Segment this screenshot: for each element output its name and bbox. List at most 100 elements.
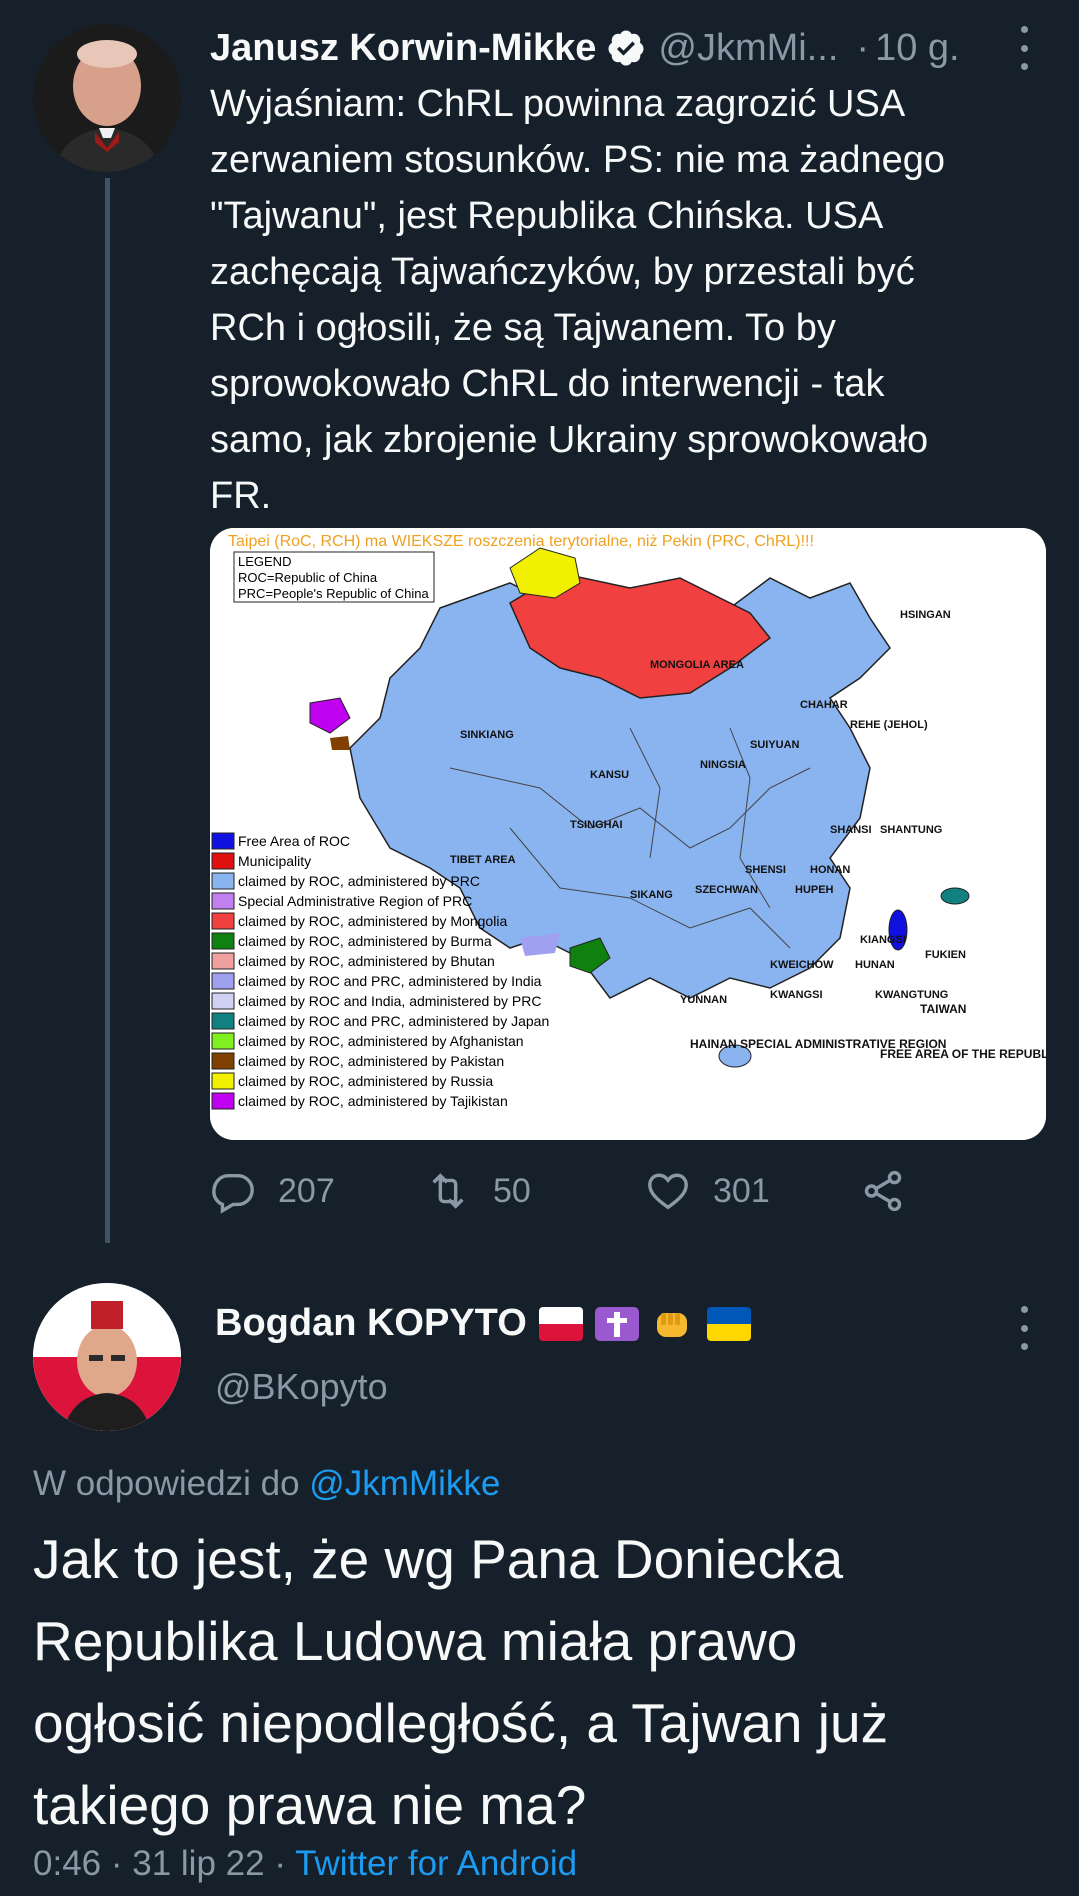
map-legend-title: LEGEND xyxy=(238,554,291,569)
map-legend-line: PRC=People's Republic of China xyxy=(238,586,429,601)
map-key-label: claimed by ROC, administered by Pakistan xyxy=(238,1053,504,1069)
map-key-swatch xyxy=(211,892,235,910)
map-region-label: TAIWAN xyxy=(920,1002,966,1016)
map-legend-line: ROC=Republic of China xyxy=(238,570,378,585)
china-territorial-claims-map: Taipei (RoC, RCH) ma WIEKSZE roszczenia … xyxy=(210,528,1046,1140)
map-region-label: SINKIANG xyxy=(460,729,514,741)
tweet2-text-line: ogłosić niepodległość, a Tajwan już xyxy=(33,1692,889,1754)
tweet1-text-line: Wyjaśniam: ChRL powinna zagrozić USA xyxy=(210,83,906,125)
tweet1-text-line: zerwaniem stosunków. PS: nie ma żadnego xyxy=(210,139,946,181)
map-key-label: Free Area of ROC xyxy=(238,833,350,849)
reply-button[interactable]: 207 xyxy=(210,1168,335,1214)
map-key-swatch xyxy=(211,852,235,870)
replied-to-handle-link[interactable]: @JkmMikke xyxy=(309,1464,500,1503)
reply-author-name[interactable]: Bogdan KOPYTO xyxy=(215,1302,527,1345)
map-key-label: claimed by ROC and India, administered b… xyxy=(238,993,541,1009)
cross-icon xyxy=(594,1306,639,1341)
like-button[interactable]: 301 xyxy=(645,1168,770,1214)
tweet1-text-line: sprowokowało ChRL do interwencji - tak xyxy=(210,363,885,405)
map-key-swatch xyxy=(211,1052,235,1070)
map-region-label: KANSU xyxy=(590,769,629,781)
tweet1-text-line: zachęcają Tajwańczyków, by przestali być xyxy=(210,251,915,293)
map-region-label: KWEICHOW xyxy=(770,959,834,971)
map-key-label: claimed by ROC and PRC, administered by … xyxy=(238,1013,549,1029)
author-handle[interactable]: @JkmMi... xyxy=(658,27,838,70)
separator-dot: · xyxy=(856,26,870,69)
map-key-label: Special Administrative Region of PRC xyxy=(238,893,472,909)
map-region-label: SIKANG xyxy=(630,889,673,901)
map-key-swatch xyxy=(211,912,235,930)
map-key-label: claimed by ROC and PRC, administered by … xyxy=(238,973,542,989)
reply-author-avatar[interactable] xyxy=(33,1283,181,1431)
tweet-metadata: 0:46 · 31 lip 22 · Twitter for Android xyxy=(33,1844,577,1884)
heart-icon xyxy=(648,1173,688,1210)
map-key-swatch xyxy=(211,952,235,970)
map-title: Taipei (RoC, RCH) ma WIEKSZE roszczenia … xyxy=(228,533,814,550)
ukraine-flag-icon xyxy=(706,1306,751,1341)
tweet-time[interactable]: 10 g. xyxy=(875,27,960,70)
map-key-swatch xyxy=(211,1072,235,1090)
map-key-swatch xyxy=(211,872,235,890)
author-name[interactable]: Janusz Korwin-Mikke xyxy=(210,27,596,70)
map-key-label: claimed by ROC, administered by Afghanis… xyxy=(238,1033,524,1049)
reply-context: W odpowiedzi do @JkmMikke xyxy=(33,1464,500,1504)
reply-author-row: Bogdan KOPYTO xyxy=(215,1302,751,1345)
map-key-label: claimed by ROC, administered by Burma xyxy=(238,933,492,949)
tweet1-text-line: FR. xyxy=(210,475,272,517)
verified-badge-icon xyxy=(608,30,644,66)
map-region-label: HSINGAN xyxy=(900,609,951,621)
tweet1-action-bar: 207 50 301 xyxy=(210,1168,910,1224)
retweet-button[interactable]: 50 xyxy=(425,1168,531,1214)
map-region-label: FUKIEN xyxy=(925,949,966,961)
reply-icon xyxy=(212,1173,254,1214)
map-region-label: TIBET AREA xyxy=(450,854,516,866)
tweet-date: 31 lip 22 xyxy=(132,1844,265,1883)
map-key-swatch xyxy=(211,1092,235,1110)
map-region-label: SHANSI xyxy=(830,824,872,836)
reply-count: 207 xyxy=(278,1171,335,1210)
map-region-label: KWANGSI xyxy=(770,989,823,1001)
tweet2-text-line: Republika Ludowa miała prawo xyxy=(33,1610,798,1672)
avatar-portrait-icon xyxy=(33,24,181,172)
tweet1-text-line: "Tajwanu", jest Republika Chińska. USA xyxy=(210,195,884,237)
share-button[interactable] xyxy=(860,1168,928,1214)
map-region-label: FREE AREA OF THE REPUBLIC OF CHINA xyxy=(880,1047,1046,1061)
map-region-label: TSINGHAI xyxy=(570,819,623,831)
map-region-label: KIANGSI xyxy=(860,934,906,946)
map-key-swatch xyxy=(211,1012,235,1030)
map-region-label: HONAN xyxy=(810,864,850,876)
tweet-source-link[interactable]: Twitter for Android xyxy=(295,1844,577,1883)
tweet2-text: Jak to jest, że wg Pana Doniecka Republi… xyxy=(33,1518,1053,1846)
map-region-label: HUPEH xyxy=(795,884,834,896)
map-key-swatch xyxy=(211,832,235,850)
tweet2-text-line: takiego prawa nie ma? xyxy=(33,1774,587,1836)
map-key-label: claimed by ROC, administered by Russia xyxy=(238,1073,493,1089)
more-options-icon[interactable] xyxy=(1009,26,1039,70)
share-icon xyxy=(864,1170,902,1212)
map-region-label: SZECHWAN xyxy=(695,884,758,896)
avatar-portrait-icon xyxy=(33,1283,181,1431)
retweet-icon xyxy=(432,1173,464,1209)
map-key-label: claimed by ROC, administered by Mongolia xyxy=(238,913,507,929)
tweet1-text-line: RCh i ogłosili, że są Tajwanem. To by xyxy=(210,307,836,349)
attached-map-image[interactable]: Taipei (RoC, RCH) ma WIEKSZE roszczenia … xyxy=(210,528,1046,1140)
map-key-swatch xyxy=(211,932,235,950)
retweet-count: 50 xyxy=(493,1171,531,1210)
map-key-label: claimed by ROC, administered by Tajikist… xyxy=(238,1093,508,1109)
map-region-label: CHAHAR xyxy=(800,699,848,711)
map-region-label: SHENSI xyxy=(745,864,786,876)
author-avatar[interactable] xyxy=(33,24,181,172)
tweet2-text-line: Jak to jest, że wg Pana Doniecka xyxy=(33,1528,844,1590)
separator-dot: · xyxy=(274,1844,296,1883)
map-region-label: NINGSIA xyxy=(700,759,746,771)
more-options-icon[interactable] xyxy=(1009,1306,1039,1350)
map-key-swatch xyxy=(211,972,235,990)
map-key-label: claimed by ROC, administered by Bhutan xyxy=(238,953,495,969)
poland-flag-icon xyxy=(538,1306,583,1341)
reply-author-handle[interactable]: @BKopyto xyxy=(215,1366,388,1408)
map-region-label: MONGOLIA AREA xyxy=(650,659,744,671)
separator-dot: · xyxy=(110,1844,133,1883)
map-key-label: claimed by ROC, administered by PRC xyxy=(238,873,480,889)
reply-prefix: W odpowiedzi do xyxy=(33,1464,300,1503)
tweet1-text-line: samo, jak zbrojenie Ukrainy sprowokowało xyxy=(210,419,929,461)
